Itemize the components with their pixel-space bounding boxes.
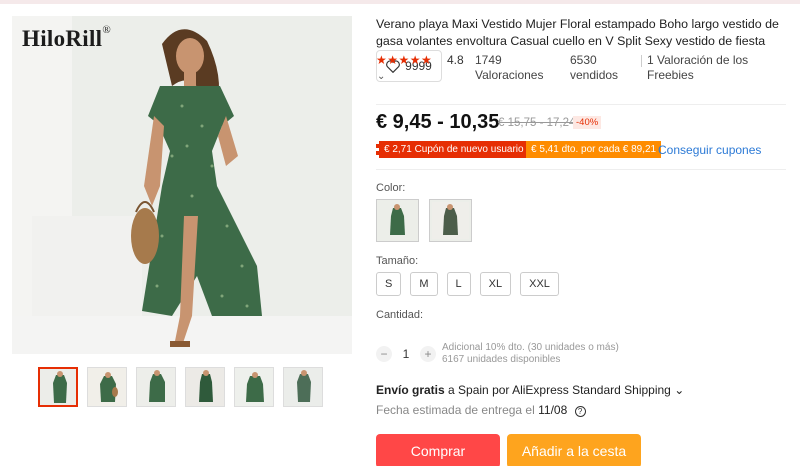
product-title: Verano playa Maxi Vestido Mujer Floral e… [376, 17, 779, 48]
size-option-s[interactable]: S [376, 272, 402, 296]
dress-photo [12, 16, 352, 354]
reviews-count[interactable]: 1749 Valoraciones [475, 53, 555, 83]
new-user-coupon[interactable]: € 2,71 Cupón de nuevo usuario [376, 141, 529, 158]
quantity-label: Cantidad: [376, 309, 424, 321]
thumbnail-5[interactable] [234, 367, 274, 407]
free-shipping-label: Envío gratis [376, 383, 445, 397]
coupons-row: € 2,71 Cupón de nuevo usuario € 5,41 dto… [376, 141, 786, 159]
size-options: S M L XL XXL [376, 272, 559, 296]
thumbnail-image [235, 368, 273, 406]
price-row: € 9,45 - 10,35 € 15,75 - 17,24 -40% [376, 111, 786, 135]
rating-row: ★★★★★ 4.8 ⌄ 1749 Valoraciones 6530 vendi… [376, 53, 786, 101]
thumbnail-image [88, 368, 126, 406]
thumbnail-image [186, 368, 224, 406]
original-price: € 15,75 - 17,24 [498, 117, 576, 129]
increase-quantity-button[interactable]: + [420, 346, 436, 362]
thumbnail-2[interactable] [87, 367, 127, 407]
thumbnail-4[interactable] [185, 367, 225, 407]
rating-value: 4.8 [447, 53, 464, 67]
shipping-method-link[interactable]: a Spain por AliExpress Standard Shipping [448, 383, 671, 397]
brand-logo-mark: ® [102, 24, 112, 36]
chevron-down-icon[interactable]: ⌄ [674, 383, 684, 397]
store-coupon[interactable]: € 5,41 dto. por cada € 89,21 [526, 141, 662, 158]
color-swatch-image [379, 202, 416, 239]
stock-note: 6167 unidades disponibles [442, 354, 561, 365]
discount-badge: -40% [573, 116, 602, 129]
thumbnail-3[interactable] [136, 367, 176, 407]
color-options [376, 199, 472, 242]
chevron-down-icon[interactable]: ⌄ [377, 71, 385, 82]
divider [376, 169, 786, 170]
thumbnail-image [40, 369, 76, 405]
shipping-info: Envío gratis a Spain por AliExpress Stan… [376, 383, 684, 397]
quantity-stepper: − 1 + Adicional 10% dto. (30 unidades o … [376, 342, 786, 368]
help-icon[interactable]: ? [574, 406, 586, 417]
decrease-quantity-button[interactable]: − [376, 346, 392, 362]
rating-stars-icon: ★★★★★ [376, 53, 433, 67]
add-to-cart-button[interactable]: Añadir a la cesta [507, 434, 641, 466]
color-label: Color: [376, 182, 406, 194]
buy-now-button[interactable]: Comprar [376, 434, 500, 466]
top-accent-line [0, 0, 800, 4]
price: € 9,45 - 10,35 [376, 111, 500, 133]
color-swatch-image [432, 202, 469, 239]
get-coupons-link[interactable]: Conseguir cupones [658, 143, 761, 157]
thumbnail-strip [38, 367, 323, 407]
size-label: Tamaño: [376, 255, 419, 267]
eta-date: 11/08 [538, 403, 568, 417]
color-option-print[interactable] [429, 199, 472, 242]
quantity-input[interactable]: 1 [398, 347, 414, 361]
divider [376, 104, 786, 105]
product-info: Verano playa Maxi Vestido Mujer Floral e… [376, 16, 786, 466]
main-product-image[interactable]: HiloRill® [12, 16, 352, 354]
size-option-m[interactable]: M [410, 272, 438, 296]
size-option-xxl[interactable]: XXL [520, 272, 559, 296]
brand-logo: HiloRill® [22, 24, 112, 52]
thumbnail-image [284, 368, 322, 406]
quantity-note: Adicional 10% dto. (30 unidades o más) 6… [442, 342, 619, 366]
color-option-green[interactable] [376, 199, 419, 242]
delivery-estimate: Fecha estimada de entrega el 11/08 ? [376, 403, 586, 417]
brand-logo-text: HiloRill [22, 26, 103, 51]
thumbnail-1[interactable] [38, 367, 78, 407]
eta-label: Fecha estimada de entrega el [376, 403, 535, 417]
size-option-l[interactable]: L [446, 272, 471, 296]
sold-count: 6530 vendidos [570, 53, 619, 82]
thumbnail-image [137, 368, 175, 406]
thumbnail-6[interactable] [283, 367, 323, 407]
size-option-xl[interactable]: XL [479, 272, 512, 296]
freebies-reviews[interactable]: 1 Valoración de los Freebies [641, 53, 781, 83]
bulk-discount-note: Adicional 10% dto. (30 unidades o más) [442, 342, 619, 353]
